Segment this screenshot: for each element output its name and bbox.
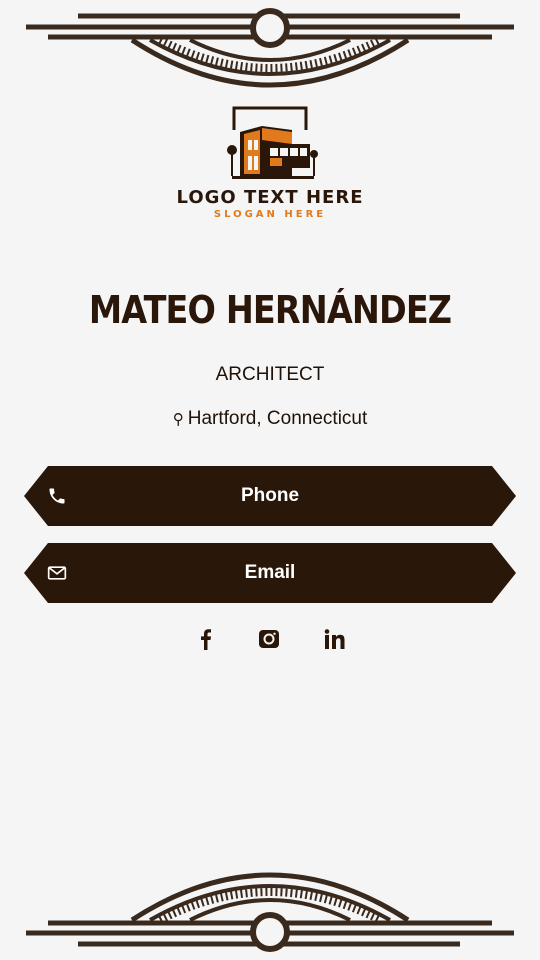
linkedin-icon[interactable] — [321, 626, 347, 652]
instagram-icon[interactable] — [256, 626, 282, 652]
location-pin-icon: ⚲ — [172, 411, 184, 428]
location-text: Hartford, Connecticut — [187, 408, 368, 429]
bottom-ornament — [26, 872, 514, 952]
top-ornament — [26, 8, 514, 88]
profile-location: ⚲ Hartford, Connecticut — [0, 408, 540, 430]
profile-title: ARCHITECT — [215, 364, 325, 385]
phone-button-label: Phone — [240, 485, 300, 506]
email-button[interactable]: Email — [24, 543, 516, 603]
logo-slogan: SLOGAN HERE — [213, 209, 327, 220]
social-links — [0, 626, 540, 652]
logo-text: LOGO TEXT HERE — [176, 187, 364, 208]
company-logo: LOGO TEXT HERE SLOGAN HERE — [0, 100, 540, 222]
profile-name: MATEO HERNÁNDEZ — [88, 288, 452, 332]
email-button-label: Email — [244, 562, 296, 583]
phone-button[interactable]: Phone — [24, 466, 516, 526]
facebook-icon[interactable] — [193, 626, 219, 652]
building-logo-icon — [227, 106, 318, 179]
